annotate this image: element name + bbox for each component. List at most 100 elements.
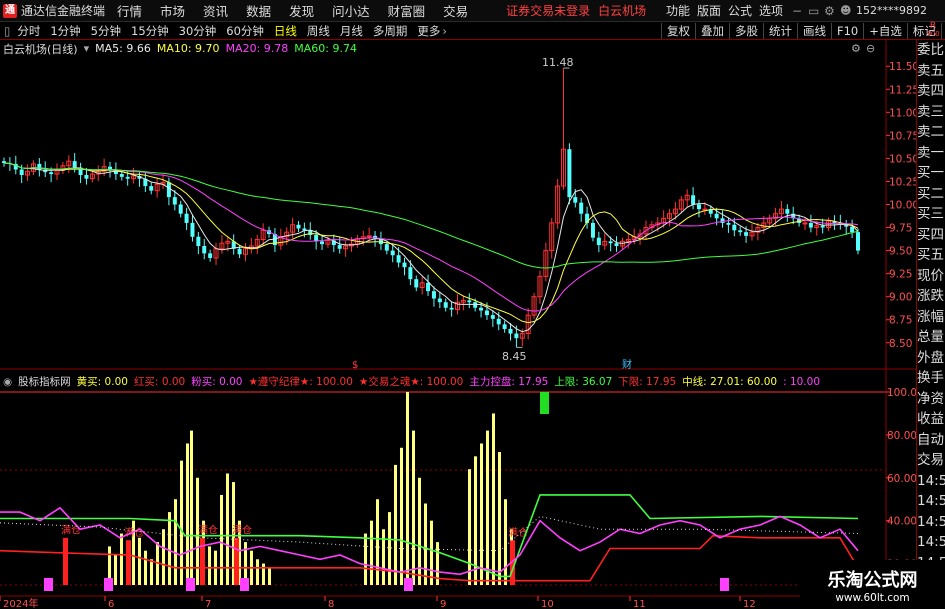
- yellow-bar: [120, 533, 123, 585]
- yellow-bar: [138, 537, 141, 585]
- candle-body: [484, 310, 489, 316]
- candle-body: [72, 161, 77, 168]
- sidebar-item[interactable]: 买四: [917, 225, 945, 246]
- price-tick-label: 10.50: [889, 153, 919, 165]
- sidebar-item[interactable]: 净资: [917, 389, 945, 410]
- candle-body: [738, 230, 743, 233]
- red-bar: [126, 540, 131, 585]
- candle-body: [384, 244, 389, 251]
- price-tick-label: 11.50: [889, 61, 919, 73]
- price-tick-label: 9.50: [889, 246, 912, 258]
- sidebar-item[interactable]: 现价: [917, 266, 945, 287]
- yellow-bar: [376, 499, 379, 585]
- event-marker-dollar[interactable]: $: [352, 360, 358, 371]
- candle-body: [691, 195, 696, 205]
- indicator-name[interactable]: 股标指标网: [18, 374, 71, 389]
- sidebar-item[interactable]: 涨跌: [917, 286, 945, 307]
- sidebar-item[interactable]: 买二: [917, 184, 945, 205]
- sidebar-item[interactable]: 委比: [917, 40, 945, 61]
- sidebar-item[interactable]: 卖四: [917, 81, 945, 102]
- candle-body: [502, 324, 507, 329]
- candle-body: [320, 241, 325, 245]
- yellow-bar: [262, 563, 265, 585]
- full-position-tag: 满仓: [198, 524, 218, 537]
- yellow-bar: [114, 554, 117, 585]
- sidebar-item[interactable]: 交易: [917, 450, 945, 471]
- candle-body: [166, 182, 171, 198]
- ind-val-60: : 60.00: [740, 375, 778, 388]
- green-signal-bar: [540, 392, 549, 414]
- candle-body: [714, 213, 719, 219]
- price-tick-label: 9.75: [889, 223, 912, 235]
- yellow-bar: [186, 443, 189, 585]
- sidebar-item[interactable]: 总量: [917, 327, 945, 348]
- watermark: 乐淘公式网 www.60lt.com: [800, 560, 945, 609]
- yellow-bar: [412, 430, 415, 585]
- x-tick-label: 12: [743, 599, 756, 609]
- price-tick-label: 8.50: [889, 338, 912, 350]
- sidebar-item[interactable]: 买三: [917, 204, 945, 225]
- ind-val-discipline: ★遵守纪律★: 100.00: [248, 376, 353, 388]
- candle-body: [37, 163, 42, 170]
- yellow-bar: [388, 512, 391, 585]
- candle-body: [390, 250, 395, 256]
- event-marker-finance[interactable]: 财: [622, 358, 632, 371]
- candle-body: [808, 222, 813, 228]
- ind-val-10: : 10.00: [783, 375, 820, 388]
- sidebar-item[interactable]: 买五: [917, 245, 945, 266]
- chevron-down-icon[interactable]: ▾: [84, 42, 90, 55]
- candle-body: [856, 232, 860, 251]
- candle-body: [720, 218, 725, 223]
- ind-tick-label: 60.00: [887, 473, 917, 485]
- sidebar-item[interactable]: 买一: [917, 163, 945, 184]
- candle-body: [473, 302, 478, 308]
- chart-settings-icon[interactable]: ⚙: [851, 42, 861, 55]
- ma-lines: [3, 162, 859, 333]
- yellow-bar: [174, 499, 177, 585]
- candle-body: [608, 241, 613, 244]
- sidebar-item[interactable]: 卖三: [917, 102, 945, 123]
- candle-body: [202, 245, 207, 254]
- sidebar-item[interactable]: 换手: [917, 368, 945, 389]
- main-chart-legend: 白云机场(日线) ▾ MA5: 9.66 MA10: 9.70 MA20: 9.…: [3, 41, 363, 56]
- x-tick-label: 10: [541, 599, 554, 609]
- candle-body: [172, 197, 177, 205]
- sidebar-item[interactable]: 卖五: [917, 61, 945, 82]
- sidebar-item[interactable]: 卖一: [917, 143, 945, 164]
- ind-val-mid: 中线: 27.01: [682, 376, 741, 388]
- minus-icon[interactable]: ⊖: [866, 42, 875, 55]
- sidebar-item[interactable]: 14:56: [917, 471, 945, 492]
- pink-bar: [44, 578, 53, 591]
- yellow-bar: [370, 520, 373, 585]
- sidebar-item[interactable]: 14:56: [917, 532, 945, 553]
- candle-body: [208, 253, 213, 258]
- candle-body: [579, 202, 584, 214]
- ind-tick-label: 40.00: [887, 516, 917, 528]
- sidebar-item[interactable]: 卖二: [917, 122, 945, 143]
- price-tick-label: 8.75: [889, 315, 912, 327]
- sidebar-item[interactable]: 14:56: [917, 512, 945, 533]
- candle-body: [414, 279, 419, 288]
- candle-body: [437, 298, 442, 303]
- sidebar-item[interactable]: 14:56: [917, 491, 945, 512]
- pink-bar: [240, 578, 249, 591]
- ind-val-yellow-buy: 黄买: 0.00: [76, 376, 128, 388]
- yellow-bar: [504, 499, 507, 585]
- candle-body: [696, 204, 701, 210]
- sidebar-item[interactable]: 收益: [917, 409, 945, 430]
- yellow-bar: [424, 503, 427, 585]
- sidebar-item[interactable]: 涨幅: [917, 307, 945, 328]
- sidebar-item[interactable]: 自动: [917, 430, 945, 451]
- yellow-bar: [498, 452, 501, 585]
- price-chart[interactable]: 11.50 11.25 11.00 10.75 10.50 10.25 10.00 9.75 9…: [0, 0, 945, 609]
- yellow-bar: [144, 550, 147, 585]
- indicator-bars: 满仓 满仓 满仓 满仓 满仓: [44, 392, 729, 591]
- pink-bar: [104, 578, 113, 591]
- chart-title[interactable]: 白云机场(日线): [3, 41, 78, 57]
- sidebar-item[interactable]: 外盘: [917, 348, 945, 369]
- ma10-label: MA10: 9.70: [156, 42, 220, 55]
- ma20-label: MA20: 9.78: [225, 42, 289, 55]
- ind-val-lower: 下限: 17.95: [618, 376, 677, 388]
- candle-body: [19, 169, 24, 175]
- indicator-settings-icon[interactable]: ◉: [3, 376, 12, 388]
